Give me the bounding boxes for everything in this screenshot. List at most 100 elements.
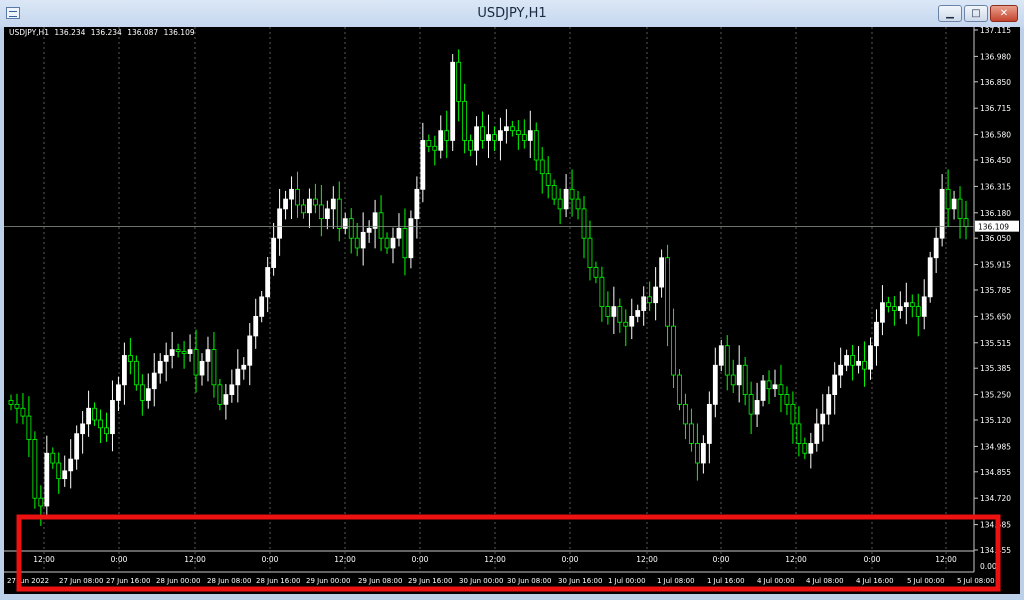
candle bbox=[32, 431, 38, 509]
minimize-button[interactable]: ▁ bbox=[938, 5, 962, 22]
candle bbox=[605, 291, 611, 325]
candle-body bbox=[98, 419, 103, 429]
candle-body bbox=[862, 360, 867, 370]
price-label: 136.580 bbox=[980, 131, 1011, 140]
maximize-button[interactable]: □ bbox=[964, 5, 988, 22]
candle-body bbox=[199, 360, 205, 376]
candle bbox=[235, 349, 241, 403]
candle-body bbox=[659, 257, 664, 288]
close-price: 136.109 bbox=[163, 28, 195, 37]
time-label: 29 Jun 16:00 bbox=[408, 577, 452, 585]
candle-body bbox=[14, 403, 20, 409]
subwindow-time-label: 12:00 bbox=[636, 555, 658, 564]
candle-body bbox=[742, 364, 748, 395]
candle bbox=[527, 110, 533, 159]
price-label: 136.715 bbox=[980, 104, 1011, 113]
candle bbox=[897, 291, 903, 319]
price-label: 135.250 bbox=[980, 391, 1011, 400]
candle-body bbox=[533, 130, 539, 161]
low-price: 136.087 bbox=[127, 28, 159, 37]
time-label: 30 Jun 00:00 bbox=[459, 577, 503, 585]
candle bbox=[569, 169, 575, 217]
candle-body bbox=[277, 208, 282, 239]
candle-body bbox=[700, 443, 706, 464]
candle-body bbox=[814, 423, 820, 444]
candle bbox=[336, 181, 342, 242]
candle bbox=[647, 281, 653, 311]
candle bbox=[963, 201, 969, 240]
candle bbox=[808, 432, 814, 469]
candle bbox=[116, 376, 121, 412]
candle bbox=[295, 171, 300, 218]
time-label: 28 Jun 08:00 bbox=[207, 577, 251, 585]
candle-body bbox=[951, 198, 957, 210]
candle-body bbox=[856, 360, 861, 366]
price-label: 134.855 bbox=[980, 468, 1011, 477]
candle-body bbox=[712, 364, 718, 405]
candle bbox=[50, 447, 56, 469]
candle bbox=[462, 83, 468, 154]
candle bbox=[706, 391, 712, 464]
subwindow-time-label: 0:00 bbox=[111, 555, 128, 564]
candle-body bbox=[796, 423, 802, 444]
candle-body bbox=[271, 237, 277, 268]
time-label: 1 Jul 16:00 bbox=[707, 577, 745, 585]
window-controls: ▁ □ ✕ bbox=[938, 5, 1018, 22]
current-price-label: 136.109 bbox=[978, 223, 1009, 232]
candle bbox=[44, 435, 50, 519]
candle bbox=[408, 210, 414, 269]
time-label: 1 Jul 08:00 bbox=[657, 577, 695, 585]
candle bbox=[301, 199, 306, 219]
candle-body bbox=[563, 188, 569, 210]
candle bbox=[26, 396, 32, 458]
candle-body bbox=[832, 374, 838, 395]
time-label: 28 Jun 16:00 bbox=[256, 577, 300, 585]
candle bbox=[617, 298, 623, 333]
candle-body bbox=[133, 360, 139, 386]
candle-body bbox=[730, 374, 736, 386]
candle bbox=[521, 119, 527, 149]
candle bbox=[175, 343, 181, 358]
close-button[interactable]: ✕ bbox=[990, 5, 1018, 22]
candle-body bbox=[736, 364, 742, 386]
subwindow-time-label: 12:00 bbox=[785, 555, 807, 564]
time-label: 5 Jul 00:00 bbox=[907, 577, 945, 585]
candle-body bbox=[527, 130, 533, 141]
candle-body bbox=[945, 188, 951, 210]
candle-body bbox=[784, 394, 790, 405]
candle-body bbox=[259, 296, 265, 317]
subwindow-time-label: 0:00 bbox=[262, 555, 279, 564]
price-label: 135.650 bbox=[980, 312, 1011, 321]
candle-body bbox=[874, 321, 879, 347]
candle-body bbox=[68, 458, 74, 472]
candle-body bbox=[474, 126, 479, 151]
candle-body bbox=[20, 407, 26, 417]
title-bar[interactable]: USDJPY,H1 ▁ □ ✕ bbox=[0, 0, 1024, 28]
candle bbox=[886, 296, 891, 313]
candle-body bbox=[348, 218, 354, 239]
candle-body bbox=[581, 208, 587, 239]
time-label: 5 Jul 08:00 bbox=[957, 577, 995, 585]
price-label: 135.120 bbox=[980, 416, 1011, 425]
candle bbox=[533, 122, 539, 171]
candle-body bbox=[706, 403, 712, 444]
time-label: 30 Jun 16:00 bbox=[558, 577, 602, 585]
candle-body bbox=[515, 130, 521, 135]
time-label: 4 Jul 16:00 bbox=[856, 577, 894, 585]
candle-body bbox=[116, 384, 121, 401]
candle-body bbox=[444, 130, 450, 141]
candle-body bbox=[235, 368, 241, 386]
candle-body bbox=[420, 140, 426, 190]
candle bbox=[712, 347, 718, 418]
price-chart[interactable]: 137.115 136.980 136.850 136.715 136.580 136.4… bbox=[4, 27, 1020, 594]
candle bbox=[366, 220, 372, 243]
close-icon: ✕ bbox=[999, 8, 1009, 19]
time-label: 27 Jun 16:00 bbox=[106, 577, 150, 585]
candle-body bbox=[605, 306, 611, 317]
candle bbox=[700, 435, 706, 474]
chart-canvas[interactable]: 137.115 136.980 136.850 136.715 136.580 136.4… bbox=[4, 27, 1020, 594]
candle-body bbox=[509, 126, 515, 132]
price-label: 136.450 bbox=[980, 156, 1011, 165]
candle bbox=[456, 49, 462, 122]
candle bbox=[450, 54, 456, 152]
